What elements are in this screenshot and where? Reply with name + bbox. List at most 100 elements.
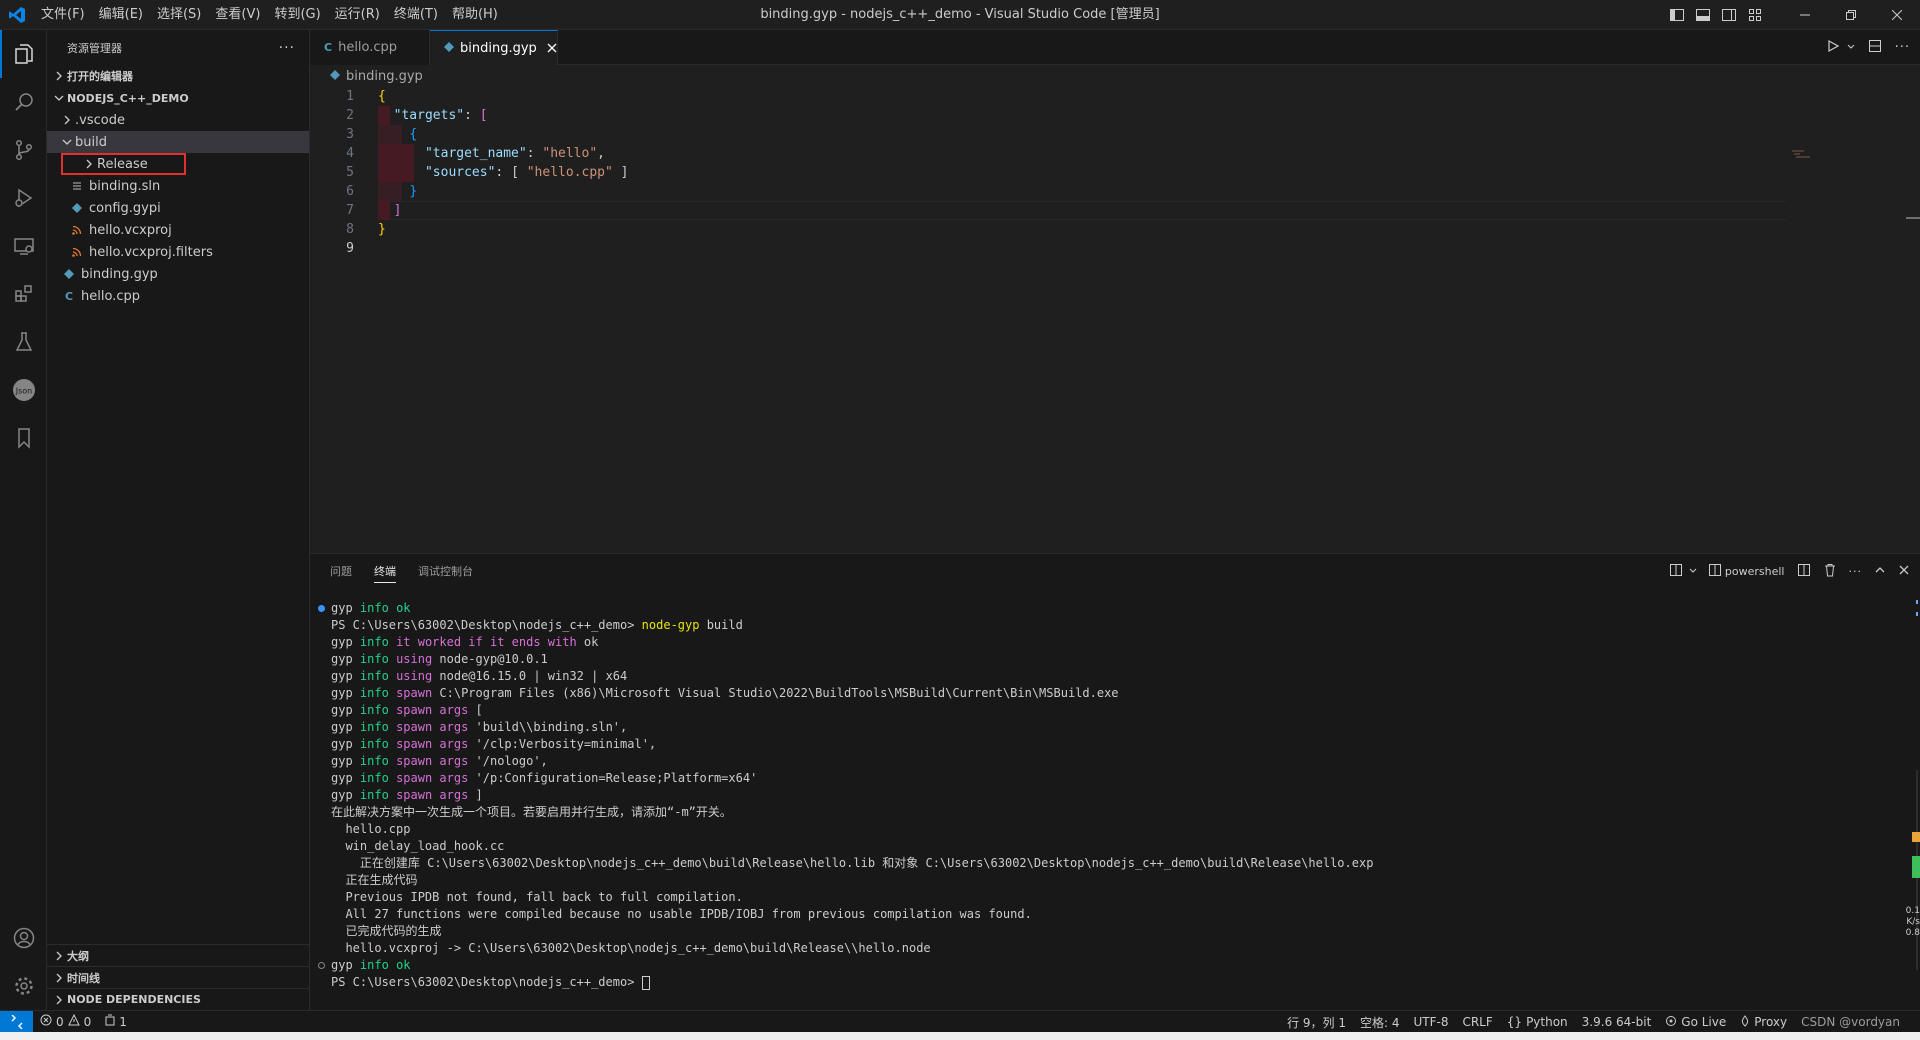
chevron-down-icon xyxy=(59,137,75,147)
tab-problems[interactable]: 问题 xyxy=(330,554,352,589)
code-editor[interactable]: 1{2 "targets": [3 {4 "target_name": "hel… xyxy=(310,87,1920,553)
settings-gear-icon[interactable] xyxy=(0,962,47,1010)
source-control-icon[interactable] xyxy=(0,126,47,174)
account-icon[interactable] xyxy=(0,914,47,962)
toggle-panel-icon[interactable] xyxy=(1690,0,1716,30)
gyp-file-icon xyxy=(69,203,85,213)
tree-item-hello-vcxproj-filters[interactable]: hello.vcxproj.filters xyxy=(47,241,309,263)
tab-hello-cpp[interactable]: C hello.cpp xyxy=(310,30,430,65)
bookmark-icon[interactable] xyxy=(0,414,47,462)
tab-binding-gyp[interactable]: binding.gyp xyxy=(430,30,558,65)
python-interpreter[interactable]: 3.9.6 64-bit xyxy=(1575,1011,1659,1033)
indentation[interactable]: 空格: 4 xyxy=(1353,1011,1407,1033)
node-dependencies-section[interactable]: NODE DEPENDENCIES xyxy=(47,988,310,1010)
tree-item-hello-cpp[interactable]: C hello.cpp xyxy=(47,285,309,307)
tree-item-config-gypi[interactable]: config.gypi xyxy=(47,197,309,219)
proxy-indicator[interactable]: Proxy xyxy=(1733,1011,1794,1033)
end-of-line[interactable]: CRLF xyxy=(1455,1011,1499,1033)
terminal-text: gyp xyxy=(331,686,353,700)
more-actions-icon[interactable]: ··· xyxy=(1895,40,1910,55)
line-number: 1 xyxy=(346,89,354,104)
node-dependencies-label: NODE DEPENDENCIES xyxy=(67,993,201,1006)
terminal-text: spawn args xyxy=(396,771,469,785)
tree-item-vscode[interactable]: .vscode xyxy=(47,109,309,131)
tab-terminal[interactable]: 终端 xyxy=(374,554,396,589)
taskbar-strip xyxy=(0,1032,1920,1040)
command-success-dot-icon[interactable] xyxy=(318,605,325,612)
menu-selection[interactable]: 选择(S) xyxy=(150,0,208,30)
menu-help[interactable]: 帮助(H) xyxy=(445,0,505,30)
terminal-line: PS C:\Users\63002\Desktop\nodejs_c++_dem… xyxy=(310,974,1890,991)
terminal-line: gyp info using node@16.15.0 | win32 | x6… xyxy=(310,668,1890,685)
breadcrumb-file[interactable]: binding.gyp xyxy=(346,69,423,84)
tree-item-binding-gyp[interactable]: binding.gyp xyxy=(47,263,309,285)
tree-item-release[interactable]: Release xyxy=(61,153,186,175)
minimize-icon[interactable] xyxy=(1782,0,1828,30)
chevron-down-icon[interactable] xyxy=(1847,40,1855,55)
menu-run[interactable]: 运行(R) xyxy=(328,0,387,30)
terminal-text: C:\Program Files (x86)\Microsoft Visual … xyxy=(432,686,1119,700)
toggle-secondary-sidebar-icon[interactable] xyxy=(1716,0,1742,30)
menu-view[interactable]: 查看(V) xyxy=(208,0,267,30)
panel-actions: powershell ··· xyxy=(1669,554,1910,589)
extensions-icon[interactable] xyxy=(0,270,47,318)
tab-debug-console[interactable]: 调试控制台 xyxy=(418,554,473,589)
more-actions-icon[interactable]: ··· xyxy=(279,40,295,56)
go-live-label: Go Live xyxy=(1681,1015,1727,1029)
remote-explorer-icon[interactable] xyxy=(0,222,47,270)
open-editors-section[interactable]: 打开的编辑器 xyxy=(47,65,309,87)
trash-icon[interactable] xyxy=(1823,563,1837,580)
close-window-icon[interactable] xyxy=(1874,0,1920,30)
search-icon[interactable] xyxy=(0,78,47,126)
editor-actions: ··· xyxy=(1825,30,1910,65)
close-panel-icon[interactable] xyxy=(1898,564,1910,579)
language-mode[interactable]: {} Python xyxy=(1500,1011,1575,1033)
terminal-text: Previous IPDB not found, fall back to fu… xyxy=(331,890,743,904)
maximize-panel-icon[interactable] xyxy=(1874,564,1886,579)
split-editor-icon[interactable] xyxy=(1867,38,1883,58)
timeline-section[interactable]: 时间线 xyxy=(47,966,310,988)
ports-indicator[interactable]: 1 xyxy=(98,1011,134,1033)
code-token: } xyxy=(409,184,418,199)
tree-item-binding-sln[interactable]: binding.sln xyxy=(47,175,309,197)
split-terminal-layout-icon[interactable] xyxy=(1669,563,1685,580)
terminal-shell-selector[interactable]: powershell xyxy=(1708,564,1785,579)
testing-flask-icon[interactable] xyxy=(0,318,47,366)
workspace-section[interactable]: NODEJS_C++_DEMO xyxy=(47,87,309,109)
code-line: 9 xyxy=(310,239,1920,258)
go-live-button[interactable]: Go Live xyxy=(1658,1011,1733,1033)
menu-edit[interactable]: 编辑(E) xyxy=(92,0,150,30)
terminal-line: 正在生成代码 xyxy=(310,872,1890,889)
editor-group: C hello.cpp binding.gyp ··· binding.gyp … xyxy=(310,30,1920,553)
terminal-text: gyp xyxy=(331,635,353,649)
menu-go[interactable]: 转到(G) xyxy=(267,0,327,30)
outline-section[interactable]: 大纲 xyxy=(47,944,310,966)
run-debug-icon[interactable] xyxy=(0,174,47,222)
encoding[interactable]: UTF-8 xyxy=(1406,1011,1455,1033)
terminal-output[interactable]: gyp info ok PS C:\Users\63002\Desktop\nod… xyxy=(310,600,1890,991)
customize-layout-icon[interactable] xyxy=(1742,0,1768,30)
toggle-primary-sidebar-icon[interactable] xyxy=(1664,0,1690,30)
split-terminal-icon[interactable] xyxy=(1797,563,1811,580)
menu-terminal[interactable]: 终端(T) xyxy=(387,0,445,30)
line-number: 5 xyxy=(346,165,354,180)
json-extension-icon[interactable]: Json xyxy=(0,366,47,414)
run-icon[interactable] xyxy=(1825,38,1841,58)
tree-item-build[interactable]: build xyxy=(47,131,309,153)
minimap[interactable] xyxy=(1790,149,1830,169)
more-actions-icon[interactable]: ··· xyxy=(1849,565,1863,578)
code-token: } xyxy=(378,222,386,237)
cursor-position[interactable]: 行 9，列 1 xyxy=(1280,1011,1353,1033)
problems-indicator[interactable]: 0 0 xyxy=(33,1011,98,1033)
restore-icon[interactable] xyxy=(1828,0,1874,30)
tree-item-hello-vcxproj[interactable]: hello.vcxproj xyxy=(47,219,309,241)
close-tab-icon[interactable] xyxy=(547,40,557,56)
chevron-down-icon[interactable] xyxy=(1689,565,1697,578)
menu-file[interactable]: 文件(F) xyxy=(34,0,92,30)
sidebar-title: 资源管理器 xyxy=(67,41,122,55)
remote-indicator-icon[interactable] xyxy=(0,1010,33,1033)
command-pending-dot-icon[interactable] xyxy=(318,962,325,969)
explorer-icon[interactable] xyxy=(0,30,47,78)
